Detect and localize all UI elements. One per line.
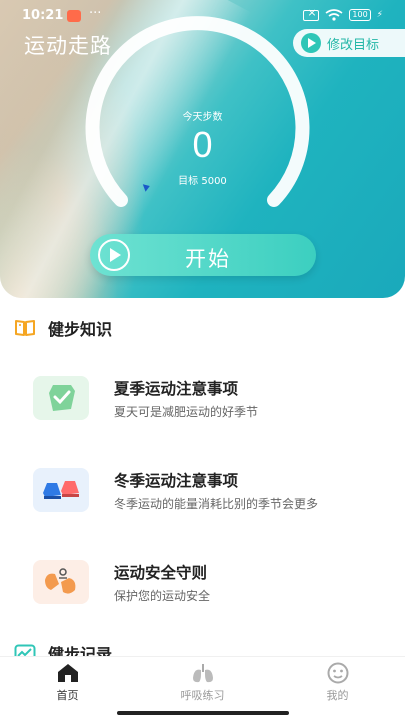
shield-check-icon — [33, 376, 89, 420]
wifi-icon — [325, 9, 343, 21]
page-title: 运动走路 — [24, 34, 112, 58]
no-sim-icon — [303, 6, 320, 21]
item-title: 运动安全守则 — [114, 563, 208, 582]
steps-label: 今天步数 — [182, 112, 223, 123]
gloves-icon — [33, 560, 89, 604]
tab-label: 我的 — [326, 689, 349, 702]
tab-label: 呼吸练习 — [180, 689, 225, 702]
profile-icon — [327, 662, 348, 684]
knowledge-heading: 健步知识 — [48, 320, 113, 339]
tab-home[interactable]: 首页 — [0, 657, 135, 708]
knowledge-item-safety[interactable]: 运动安全守则 保护您的运动安全 — [33, 557, 393, 607]
start-button[interactable]: 开始 — [90, 234, 316, 276]
item-subtitle: 保护您的运动安全 — [114, 588, 211, 603]
tab-label: 首页 — [56, 689, 79, 702]
start-label: 开始 — [185, 247, 231, 271]
status-time: 10:21 — [22, 8, 64, 23]
knowledge-item-summer[interactable]: 夏季运动注意事项 夏天可是减肥运动的好季节 — [33, 373, 393, 423]
item-title: 夏季运动注意事项 — [114, 379, 239, 398]
battery-icon: 100 — [349, 9, 371, 21]
bottom-nav: 首页 呼吸练习 我的 — [0, 656, 405, 708]
edit-goal-button[interactable]: 修改目标 — [293, 29, 405, 57]
notification-app-icon — [67, 10, 81, 22]
play-icon — [301, 33, 321, 53]
status-bar: 10:21 ··· 100 ⚡ — [0, 6, 405, 28]
item-title: 冬季运动注意事项 — [114, 471, 239, 490]
knowledge-item-winter[interactable]: 冬季运动注意事项 冬季运动的能量消耗比别的季节会更多 — [33, 465, 393, 515]
home-icon — [57, 664, 78, 682]
tab-breathing[interactable]: 呼吸练习 — [135, 657, 270, 708]
status-more: ··· — [89, 6, 102, 21]
steps-value: 0 — [192, 124, 213, 165]
knowledge-header: 健步知识 — [14, 316, 112, 340]
lungs-icon — [192, 664, 213, 683]
item-subtitle: 冬季运动的能量消耗比别的季节会更多 — [114, 496, 319, 511]
sneakers-icon — [33, 468, 89, 512]
home-indicator[interactable] — [117, 711, 289, 715]
item-subtitle: 夏天可是减肥运动的好季节 — [114, 404, 259, 419]
book-icon — [15, 320, 35, 336]
tab-profile[interactable]: 我的 — [270, 657, 405, 708]
goal-text: 目标 5000 — [178, 176, 227, 187]
charging-icon: ⚡ — [376, 10, 383, 20]
edit-goal-label: 修改目标 — [327, 37, 380, 53]
